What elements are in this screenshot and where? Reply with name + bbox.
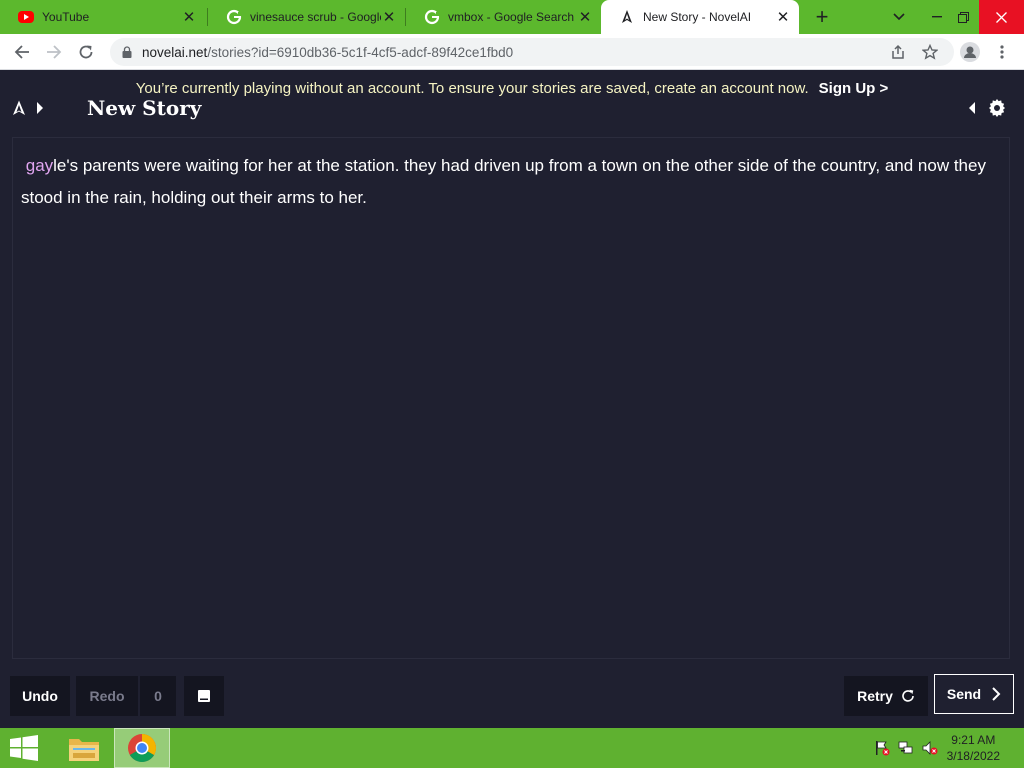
- tab-title: New Story - NovelAI: [643, 10, 752, 24]
- retry-icon: [902, 689, 914, 702]
- novelai-page: You’re currently playing without an acco…: [0, 71, 1024, 728]
- action-center-flag-icon[interactable]: [874, 740, 890, 756]
- redo-button[interactable]: Redo: [76, 676, 138, 716]
- back-button[interactable]: [10, 40, 34, 64]
- redo-count[interactable]: 0: [140, 676, 176, 716]
- banner-text: You’re currently playing without an acco…: [135, 79, 809, 97]
- close-icon[interactable]: ✕: [775, 9, 791, 26]
- restore-button[interactable]: [948, 0, 978, 34]
- clock-time: 9:21 AM: [951, 733, 996, 747]
- arrow-right-icon: [47, 45, 62, 59]
- novelai-logo-icon[interactable]: [12, 100, 26, 116]
- network-icon[interactable]: [898, 740, 914, 756]
- caret-left-icon[interactable]: [968, 101, 976, 115]
- youtube-icon: [18, 11, 34, 23]
- avatar: [960, 42, 980, 62]
- undo-button[interactable]: Undo: [10, 676, 70, 716]
- google-icon: [424, 9, 440, 25]
- retry-label: Retry: [857, 688, 893, 704]
- new-tab-button[interactable]: +: [810, 4, 834, 29]
- left-controls: [12, 93, 44, 123]
- clock-date: 3/18/2022: [946, 749, 1000, 763]
- windows-logo-icon: [10, 735, 38, 761]
- action-bar: Undo Redo 0 Retry Send: [0, 668, 1024, 728]
- url-text: novelai.net/stories?id=6910db36-5c1f-4cf…: [142, 45, 513, 60]
- story-text[interactable]: gayle's parents were waiting for her at …: [21, 150, 1003, 214]
- sign-up-link[interactable]: Sign Up >: [819, 80, 889, 97]
- restore-icon: [957, 11, 969, 23]
- book-icon: [198, 690, 210, 702]
- story-body: le's parents were waiting for her at the…: [21, 156, 986, 207]
- address-bar[interactable]: novelai.net/stories?id=6910db36-5c1f-4cf…: [110, 38, 954, 66]
- close-icon[interactable]: ✕: [381, 9, 397, 26]
- forward-button[interactable]: [42, 40, 66, 64]
- chevron-right-icon: [992, 687, 1001, 701]
- close-icon[interactable]: ✕: [577, 9, 593, 26]
- close-icon[interactable]: ✕: [181, 9, 197, 26]
- share-button[interactable]: [886, 40, 910, 64]
- tab-youtube[interactable]: YouTube ✕: [0, 0, 205, 34]
- right-controls: [968, 93, 1006, 123]
- tab-title: YouTube: [42, 10, 90, 24]
- taskbar-file-explorer[interactable]: [56, 728, 112, 768]
- story-editor[interactable]: gayle's parents were waiting for her at …: [12, 138, 1010, 659]
- bookmark-button[interactable]: [918, 40, 942, 64]
- tab-vmbox-search[interactable]: vmbox - Google Search ✕: [406, 0, 601, 34]
- arrow-left-icon: [14, 45, 29, 59]
- chevron-down-icon: [893, 13, 905, 21]
- chrome-icon: [128, 734, 156, 762]
- story-highlight: gay: [25, 156, 54, 175]
- window-close-button[interactable]: [979, 0, 1024, 34]
- taskbar-clock[interactable]: 9:21 AM 3/18/2022: [947, 732, 1000, 764]
- share-icon: [892, 44, 904, 59]
- start-button[interactable]: [0, 728, 48, 768]
- tab-search-button[interactable]: [884, 0, 914, 34]
- volume-muted-icon[interactable]: [922, 740, 938, 756]
- reload-icon: [79, 45, 93, 59]
- star-icon: [922, 44, 938, 60]
- tab-title: vmbox - Google Search: [448, 10, 575, 24]
- url-host: novelai.net: [142, 44, 208, 60]
- history-button[interactable]: [184, 676, 224, 716]
- menu-button[interactable]: [990, 40, 1014, 64]
- browser-toolbar: novelai.net/stories?id=6910db36-5c1f-4cf…: [0, 34, 1024, 70]
- send-button[interactable]: Send: [934, 674, 1014, 714]
- tab-title: vinesauce scrub - Google Search: [250, 10, 381, 24]
- tab-strip: YouTube ✕ vinesauce scrub - Google Searc…: [0, 0, 1024, 34]
- kebab-menu-icon: [1000, 45, 1004, 59]
- lock-icon[interactable]: [122, 46, 132, 58]
- tab-vinesauce-search[interactable]: vinesauce scrub - Google Search ✕: [208, 0, 405, 34]
- profile-button[interactable]: [958, 40, 982, 64]
- caret-right-icon[interactable]: [36, 101, 44, 115]
- url-path: /stories?id=6910db36-5c1f-4cf5-adcf-89f4…: [207, 44, 514, 60]
- story-title[interactable]: New Story: [87, 96, 201, 120]
- taskbar: 9:21 AM 3/18/2022: [0, 728, 1024, 768]
- tab-novelai[interactable]: New Story - NovelAI ✕: [601, 0, 799, 34]
- folder-icon: [69, 739, 99, 761]
- retry-button[interactable]: Retry: [844, 676, 928, 716]
- send-label: Send: [946, 686, 982, 702]
- taskbar-chrome[interactable]: [114, 728, 170, 768]
- reload-button[interactable]: [74, 40, 98, 64]
- novelai-icon: [622, 10, 632, 23]
- minimize-icon: [932, 16, 942, 18]
- close-icon: [996, 11, 1007, 23]
- google-icon: [226, 9, 242, 25]
- system-tray: [874, 728, 938, 768]
- gear-icon[interactable]: [988, 99, 1006, 117]
